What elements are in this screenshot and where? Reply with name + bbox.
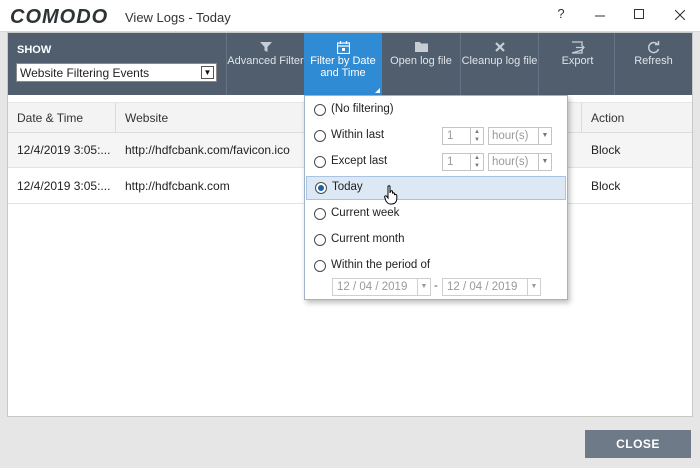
help-button[interactable]: ? [541, 0, 581, 30]
stepper-arrows-icon[interactable]: ▲ ▼ [470, 154, 483, 170]
radio-button[interactable] [314, 260, 326, 272]
calendar-icon [304, 33, 382, 55]
date-filter-dropdown: (No filtering) Within last 1 ▲ ▼ hour(s) … [304, 95, 568, 300]
cell-date-time: 12/4/2019 3:05:... [17, 179, 111, 193]
except-last-count-stepper[interactable]: 1 ▲ ▼ [442, 153, 484, 171]
toolbar: SHOW Website Filtering Events ▼ Advanced… [8, 33, 692, 95]
show-select[interactable]: Website Filtering Events ▼ [16, 63, 217, 82]
within-last-unit-select[interactable]: hour(s) ▼ [488, 127, 552, 145]
option-current-month[interactable]: Current month [305, 228, 567, 252]
refresh-icon [615, 33, 692, 55]
cleanup-log-file-label: Cleanup log file [461, 55, 538, 67]
within-last-count-stepper[interactable]: 1 ▲ ▼ [442, 127, 484, 145]
export-icon [539, 33, 616, 55]
period-from-date: 12 / 04 / 2019 [337, 281, 408, 293]
chevron-down-icon: ▼ [201, 66, 214, 79]
radio-button[interactable] [314, 104, 326, 116]
period-separator: - [434, 280, 438, 292]
window-title: View Logs - Today [125, 10, 231, 25]
radio-button[interactable] [314, 208, 326, 220]
chevron-down-icon: ▼ [527, 279, 540, 295]
option-except-last[interactable]: Except last 1 ▲ ▼ hour(s) ▼ [305, 150, 567, 174]
dropdown-corner-icon [375, 88, 380, 93]
advanced-filter-button[interactable]: Advanced Filter [226, 33, 304, 95]
cell-website: http://hdfcbank.com [125, 179, 230, 193]
cell-action: Block [591, 179, 621, 193]
refresh-button[interactable]: Refresh [614, 33, 692, 95]
cell-action: Block [591, 143, 621, 157]
period-to-date-picker[interactable]: 12 / 04 / 2019 ▼ [442, 278, 541, 296]
cell-date-time: 12/4/2019 3:05:... [17, 143, 111, 157]
option-today[interactable]: Today [306, 176, 566, 200]
option-within-last[interactable]: Within last 1 ▲ ▼ hour(s) ▼ [305, 124, 567, 148]
advanced-filter-label: Advanced Filter [227, 55, 304, 67]
option-no-filtering[interactable]: (No filtering) [305, 98, 567, 122]
close-button[interactable]: CLOSE [585, 430, 691, 458]
filter-by-date-label: Filter by Date and Time [310, 55, 376, 79]
option-label: Current month [331, 233, 405, 245]
cell-website: http://hdfcbank.com/favicon.ico [125, 143, 290, 157]
export-button[interactable]: Export [538, 33, 616, 95]
option-label: (No filtering) [331, 103, 394, 115]
refresh-label: Refresh [634, 55, 673, 67]
within-last-count: 1 [447, 130, 454, 142]
title-bar: COMODO View Logs - Today ? [0, 0, 700, 32]
radio-button[interactable] [314, 234, 326, 246]
except-last-unit-select[interactable]: hour(s) ▼ [488, 153, 552, 171]
maximize-button[interactable] [619, 0, 659, 30]
within-last-unit: hour(s) [492, 130, 529, 142]
except-last-unit: hour(s) [492, 156, 529, 168]
show-label: SHOW [17, 44, 52, 56]
open-log-file-button[interactable]: Open log file [382, 33, 460, 95]
minimize-icon [595, 15, 605, 17]
option-label: Current week [331, 207, 400, 219]
folder-icon [382, 33, 460, 55]
except-last-count: 1 [447, 156, 454, 168]
option-within-period[interactable]: Within the period of [305, 254, 567, 278]
column-action[interactable]: Action [582, 103, 692, 133]
stepper-arrows-icon[interactable]: ▲ ▼ [470, 128, 483, 144]
window-close-button[interactable] [660, 0, 700, 30]
option-label: Within last [331, 129, 385, 141]
minimize-button[interactable] [580, 0, 620, 30]
chevron-down-icon: ▼ [417, 279, 430, 295]
option-label: Except last [331, 155, 388, 167]
period-from-date-picker[interactable]: 12 / 04 / 2019 ▼ [332, 278, 431, 296]
option-current-week[interactable]: Current week [305, 202, 567, 226]
export-label: Export [561, 55, 594, 67]
radio-button[interactable] [314, 156, 326, 168]
chevron-down-icon: ▼ [538, 128, 551, 144]
option-label: Within the period of [331, 259, 431, 271]
show-select-value: Website Filtering Events [20, 66, 150, 80]
column-date-time[interactable]: Date & Time [8, 103, 116, 133]
cross-icon [461, 33, 538, 55]
open-log-file-label: Open log file [390, 55, 452, 67]
hand-cursor-icon [384, 185, 398, 205]
period-to-date: 12 / 04 / 2019 [447, 281, 518, 293]
cleanup-log-file-button[interactable]: Cleanup log file [460, 33, 538, 95]
option-label: Today [332, 181, 363, 193]
filter-by-date-button[interactable]: Filter by Date and Time [304, 33, 382, 95]
radio-button-selected[interactable] [315, 182, 327, 194]
funnel-icon [227, 33, 304, 55]
maximize-icon [634, 8, 644, 19]
radio-button[interactable] [314, 130, 326, 142]
close-icon [674, 9, 686, 20]
chevron-down-icon: ▼ [538, 154, 551, 170]
comodo-logo: COMODO [10, 6, 109, 28]
